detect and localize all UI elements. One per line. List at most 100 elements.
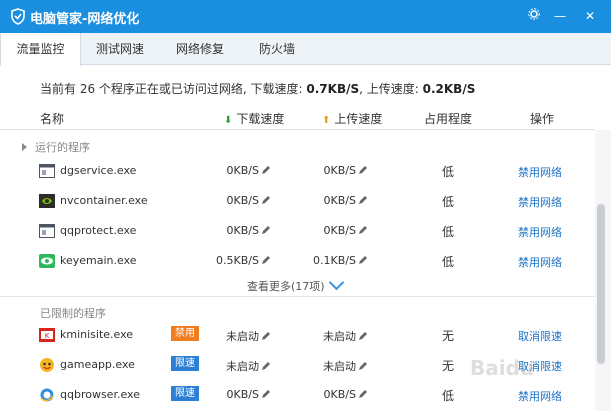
browser-icon <box>40 388 54 402</box>
upload-speed[interactable]: 0.1KB/S <box>313 254 368 267</box>
download-speed[interactable]: 0KB/S <box>227 194 271 207</box>
shield-icon <box>11 8 25 25</box>
show-more-link[interactable]: 查看更多(17项) <box>247 274 344 294</box>
program-name: gameapp.exe <box>60 358 135 371</box>
table-row[interactable]: nvcontainer.exe 0KB/S 0KB/S 低 禁用网络 <box>0 186 595 216</box>
program-name: kminisite.exe <box>60 328 134 341</box>
nvidia-icon <box>39 194 55 208</box>
watermark: Baidu <box>470 356 535 380</box>
upload-value: 0KB/S <box>323 194 356 207</box>
eye-icon <box>39 254 55 268</box>
download-value: 0KB/S <box>226 224 259 237</box>
program-name: keyemain.exe <box>60 254 137 267</box>
settings-icon[interactable] <box>524 6 544 26</box>
col-name: 名称 <box>40 112 65 126</box>
edit-icon <box>262 390 270 398</box>
col-action: 操作 <box>530 112 555 126</box>
section-divider <box>0 296 595 297</box>
summary-upload: 0.2KB/S <box>422 82 476 96</box>
upload-value: 未启动 <box>323 360 356 373</box>
download-value: 0KB/S <box>226 164 259 177</box>
svg-text:K: K <box>45 332 50 340</box>
edit-icon <box>262 196 270 204</box>
upload-speed[interactable]: 0KB/S <box>324 194 368 207</box>
tab-bar: 流量监控 测试网速 网络修复 防火墙 <box>0 33 611 66</box>
tab-traffic-monitor[interactable]: 流量监控 <box>0 33 81 66</box>
show-more-label: 查看更多(17项) <box>247 280 325 293</box>
table-row[interactable]: qqprotect.exe 0KB/S 0KB/S 低 禁用网络 <box>0 216 595 246</box>
download-value: 0KB/S <box>226 194 259 207</box>
kminisite-icon: K <box>39 328 55 342</box>
usage-level: 低 <box>442 225 455 239</box>
download-speed[interactable]: 未启动 <box>226 328 271 344</box>
table-row[interactable]: keyemain.exe 0.5KB/S 0.1KB/S 低 禁用网络 <box>0 246 595 276</box>
table-row[interactable]: qqbrowser.exe 限速 0KB/S 0KB/S 低 禁用网络 <box>0 380 595 410</box>
download-speed[interactable]: 0KB/S <box>227 388 271 401</box>
arrow-up-icon: ⬆ <box>322 115 331 126</box>
section-limited-title: 已限制的程序 <box>40 307 106 320</box>
status-badge: 限速 <box>171 356 199 371</box>
edit-icon <box>262 362 270 370</box>
edit-icon <box>359 362 367 370</box>
upload-speed[interactable]: 0KB/S <box>324 164 368 177</box>
tab-network-repair[interactable]: 网络修复 <box>168 33 232 65</box>
upload-value: 0KB/S <box>323 224 356 237</box>
usage-level: 无 <box>442 329 455 343</box>
usage-level: 无 <box>442 359 455 373</box>
edit-icon <box>262 256 270 264</box>
upload-value: 0KB/S <box>323 388 356 401</box>
tab-speed-test[interactable]: 测试网速 <box>88 33 152 65</box>
edit-icon <box>359 166 367 174</box>
traffic-summary: 当前有 26 个程序正在或已访问过网络, 下载速度: 0.7KB/S, 上传速度… <box>40 80 475 97</box>
disable-network-link[interactable]: 禁用网络 <box>518 224 562 240</box>
upload-speed[interactable]: 0KB/S <box>324 224 368 237</box>
disable-network-link[interactable]: 禁用网络 <box>518 254 562 270</box>
usage-level: 低 <box>442 255 455 269</box>
scrollbar-thumb[interactable] <box>597 204 605 364</box>
section-running-title: 运行的程序 <box>35 141 90 154</box>
download-value: 0KB/S <box>226 388 259 401</box>
title-bar: 电脑管家-网络优化 — ✕ <box>0 0 611 33</box>
download-speed[interactable]: 未启动 <box>226 358 271 374</box>
usage-level: 低 <box>442 165 455 179</box>
table-row[interactable]: K kminisite.exe 禁用 未启动 未启动 无 取消限速 <box>0 320 595 350</box>
usage-level: 低 <box>442 195 455 209</box>
col-download[interactable]: ⬇ 下载速度 <box>224 110 284 127</box>
cancel-limit-link[interactable]: 取消限速 <box>518 328 562 344</box>
window-icon <box>39 164 55 178</box>
col-usage: 占用程度 <box>424 112 473 126</box>
status-badge: 限速 <box>171 386 199 401</box>
download-speed[interactable]: 0KB/S <box>227 164 271 177</box>
download-value: 未启动 <box>226 330 259 343</box>
edit-icon <box>262 166 270 174</box>
upload-speed[interactable]: 未启动 <box>323 358 368 374</box>
edit-icon <box>262 226 270 234</box>
header-divider <box>0 129 595 130</box>
status-badge: 禁用 <box>171 326 199 341</box>
close-icon[interactable]: ✕ <box>580 6 600 26</box>
table-row[interactable]: dgservice.exe 0KB/S 0KB/S 低 禁用网络 <box>0 156 595 186</box>
disable-network-link[interactable]: 禁用网络 <box>518 164 562 180</box>
tab-firewall[interactable]: 防火墙 <box>250 33 304 65</box>
window-title: 电脑管家-网络优化 <box>30 12 140 27</box>
summary-prefix: 当前有 26 个程序正在或已访问过网络, 下载速度: <box>40 82 307 96</box>
usage-level: 低 <box>442 389 455 403</box>
minimize-icon[interactable]: — <box>550 6 570 26</box>
program-name: dgservice.exe <box>60 164 137 177</box>
upload-speed[interactable]: 0KB/S <box>324 388 368 401</box>
edit-icon <box>262 332 270 340</box>
section-limited: 已限制的程序 <box>40 305 106 321</box>
download-speed[interactable]: 0.5KB/S <box>216 254 271 267</box>
program-name: qqprotect.exe <box>60 224 137 237</box>
edit-icon <box>359 332 367 340</box>
upload-value: 0KB/S <box>323 164 356 177</box>
section-running[interactable]: 运行的程序 <box>22 139 90 155</box>
disable-network-link[interactable]: 禁用网络 <box>518 388 562 404</box>
edit-icon <box>359 196 367 204</box>
download-speed[interactable]: 0KB/S <box>227 224 271 237</box>
arrow-down-icon: ⬇ <box>224 115 233 126</box>
col-upload[interactable]: ⬆ 上传速度 <box>322 110 382 127</box>
disable-network-link[interactable]: 禁用网络 <box>518 194 562 210</box>
upload-speed[interactable]: 未启动 <box>323 328 368 344</box>
program-name: qqbrowser.exe <box>60 388 140 401</box>
